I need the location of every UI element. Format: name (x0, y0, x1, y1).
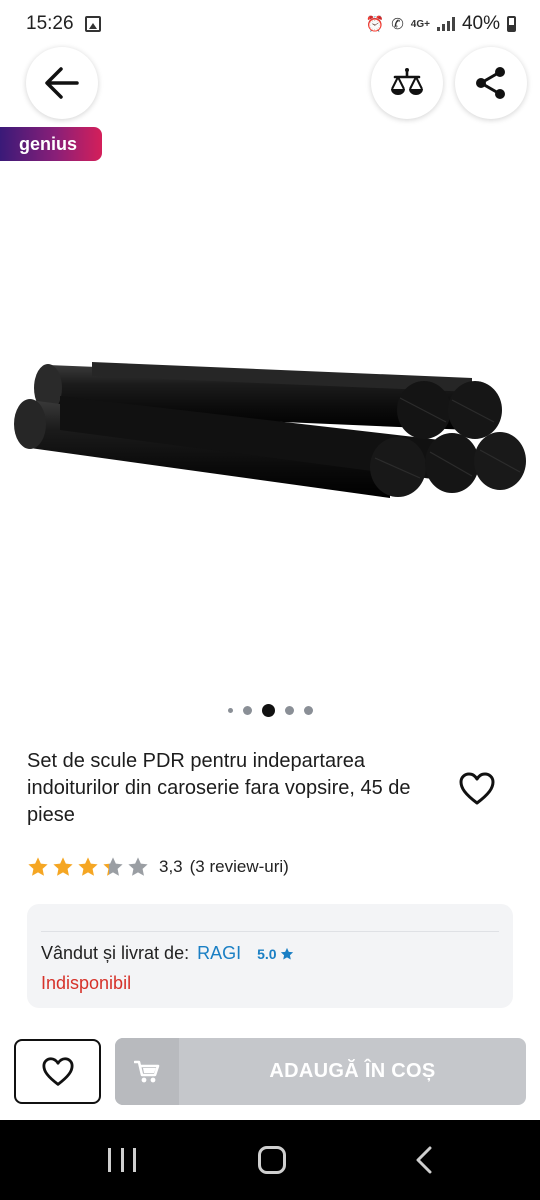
rating-value: 3,3 (159, 857, 183, 876)
home-button[interactable] (258, 1146, 286, 1174)
star-icon (103, 857, 123, 876)
seller-line: Vândut și livrat de: RAGI 5.0 (41, 943, 294, 964)
balance-scale-icon (391, 68, 423, 95)
seller-score: 5.0 (257, 945, 277, 962)
rating[interactable]: 3,3 (3 review-uri) (27, 854, 289, 880)
battery-percent: 40% (461, 13, 500, 34)
cart-icon-area (115, 1038, 179, 1105)
network-type: 4G+ (410, 18, 430, 30)
product-title: Set de scule PDR pentru indepartarea ind… (27, 750, 411, 826)
recent-apps-button[interactable] (108, 1148, 136, 1172)
add-to-favorites-button[interactable] (14, 1039, 101, 1104)
signal-icon (436, 17, 455, 31)
genius-badge: genius (0, 127, 102, 161)
pager-dot[interactable] (303, 705, 313, 715)
add-to-cart-label: ADAUGĂ ÎN COȘ (269, 1060, 436, 1082)
pager-dot-active[interactable] (261, 703, 275, 717)
battery-icon (507, 16, 516, 32)
add-to-cart-button[interactable]: ADAUGĂ ÎN COȘ (115, 1038, 526, 1105)
gallery-notification-icon (85, 16, 101, 32)
star-icon (78, 857, 98, 876)
cart-icon (134, 1060, 160, 1082)
star-icon (128, 857, 148, 876)
pager-dot[interactable] (284, 705, 294, 715)
status-indicators: ⏰ ✆ 4G+ 40% (366, 12, 516, 36)
star-icon (280, 947, 293, 960)
rating-stars (27, 856, 149, 878)
review-count-link[interactable]: (3 review-uri) (190, 857, 289, 877)
availability-status: Indisponibil (41, 973, 132, 993)
arrow-left-icon (45, 67, 79, 99)
back-button[interactable] (26, 47, 98, 119)
nav-back-button[interactable] (414, 1146, 434, 1174)
image-pager (0, 703, 540, 717)
alarm-icon: ⏰ (365, 16, 385, 33)
heart-icon (41, 1056, 74, 1086)
product-image[interactable] (0, 330, 540, 520)
pager-dot[interactable] (227, 707, 233, 713)
divider (41, 931, 499, 932)
seller-label: Vândut și livrat de: (41, 943, 190, 963)
star-icon (28, 857, 48, 876)
share-icon (476, 67, 505, 99)
heart-icon[interactable] (459, 772, 495, 806)
wifi-call-icon: ✆ (391, 16, 404, 33)
status-time: 15:26 (26, 13, 74, 34)
seller-name-link[interactable]: RAGI (197, 943, 241, 964)
seller-card: Vândut și livrat de: RAGI 5.0 Indisponib… (27, 904, 513, 1008)
compare-button[interactable] (371, 47, 443, 119)
pager-dot[interactable] (242, 705, 252, 715)
product-page: 15:26 ⏰ ✆ 4G+ 40% genius Set de scule PD… (0, 0, 540, 1200)
share-button[interactable] (455, 47, 527, 119)
star-icon (53, 857, 73, 876)
status-bar: 15:26 ⏰ ✆ 4G+ 40% (0, 0, 540, 50)
